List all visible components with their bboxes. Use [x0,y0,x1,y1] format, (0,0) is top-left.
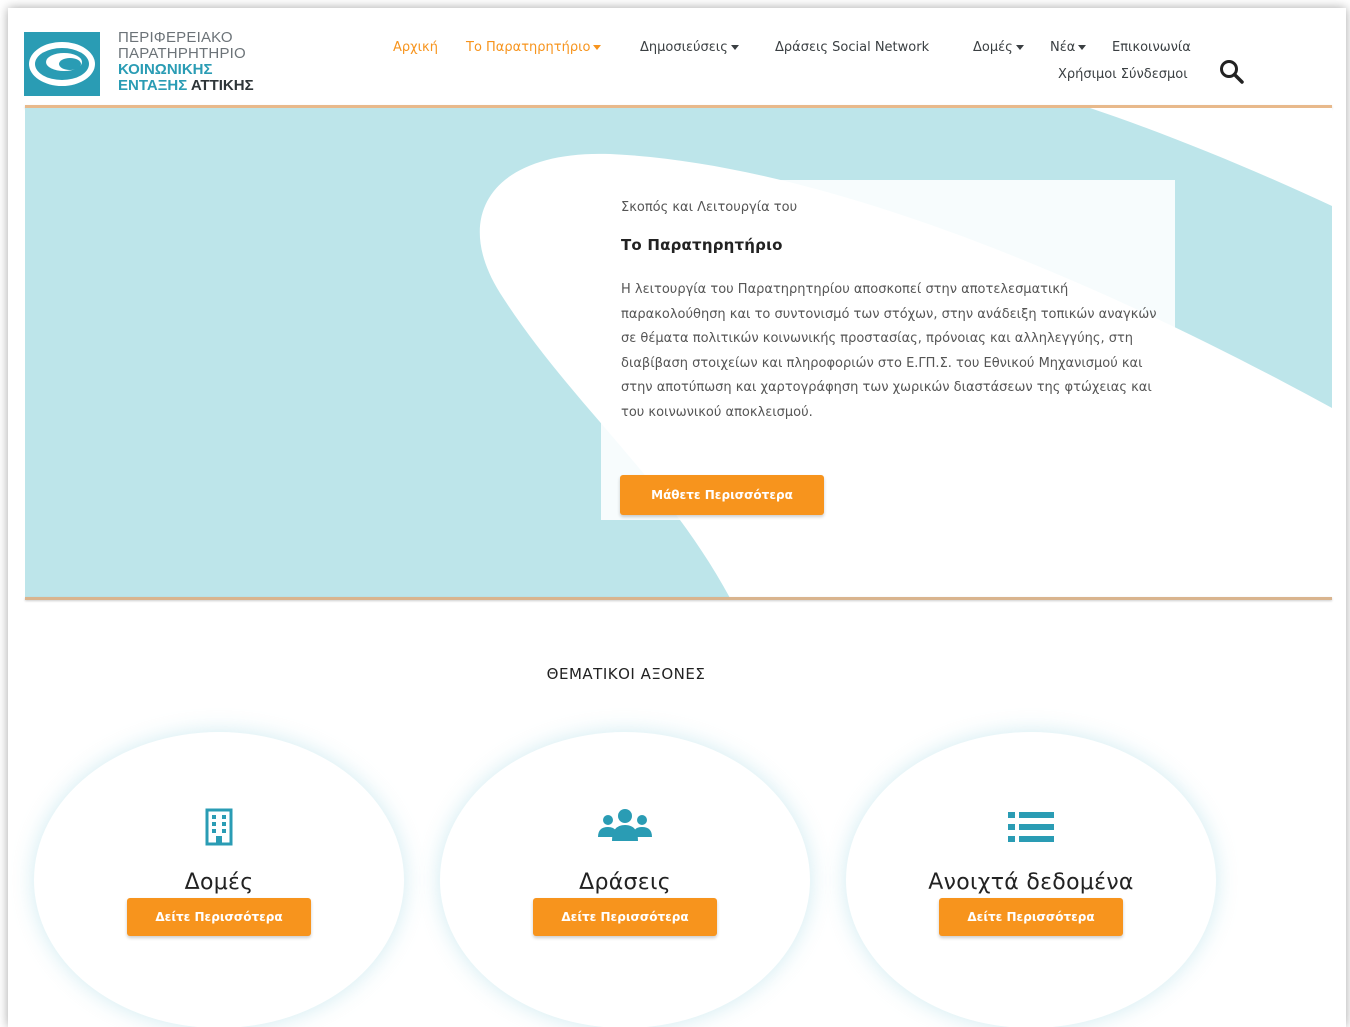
section-title: ΘΕΜΑΤΙΚΟΙ ΑΞΟΝΕΣ [546,665,706,683]
nav-item-news[interactable]: Νέα [1050,40,1087,55]
nav-item-label: Το Παρατηρητήριο [466,40,591,55]
nav-item-label: Δημοσιεύσεις [640,40,728,55]
nav-item-label: Επικοινωνία [1112,40,1191,55]
chevron-down-icon [1078,45,1087,50]
nav-item-structures[interactable]: Δομές [973,40,1024,55]
nav-item-observatory[interactable]: Το Παρατηρητήριο [466,40,602,55]
main-nav: Αρχική Το Παρατηρητήριο Δημοσιεύσεις Δρά… [393,40,1213,100]
logo-line-4b: ΑΤΤΙΚΗΣ [190,77,254,94]
search-icon [1220,60,1244,84]
chevron-down-icon [730,45,739,50]
users-icon [440,807,810,847]
axis-card-open-data: Ανοιχτά δεδομένα Δείτε Περισσότερα [846,732,1216,1027]
logo-line-2: ΠΑΡΑΤΗΡΗΤΗΡΙΟ [118,45,246,62]
axis-card-structures: Δομές Δείτε Περισσότερα [34,732,404,1027]
building-icon [34,807,404,847]
hero-divider [25,597,1332,600]
chevron-down-icon [593,45,602,50]
logo-mark-icon [24,32,100,96]
hero-banner: Σκοπός και Λειτουργία του Το Παρατηρητήρ… [25,108,1332,598]
page: ΠΕΡΙΦΕΡΕΙΑΚΟ ΠΑΡΑΤΗΡΗΤΗΡΙΟ ΚΟΙΝΩΝΙΚΗΣ ΕΝ… [8,8,1346,1027]
nav-item-social-network[interactable]: Δράσεις Social Network [775,40,929,55]
hero-body: Η λειτουργία του Παρατηρητηρίου αποσκοπε… [621,282,1157,420]
axis-label: Ανοιχτά δεδομένα [928,870,1134,895]
logo-text: ΠΕΡΙΦΕΡΕΙΑΚΟ ΠΑΡΑΤΗΡΗΤΗΡΙΟ ΚΟΙΝΩΝΙΚΗΣ ΕΝ… [118,30,254,94]
nav-item-label: Χρήσιμοι Σύνδεσμοι [1058,67,1188,82]
axis-label: Δράσεις [579,870,671,895]
nav-item-label: Δράσεις Social Network [775,40,930,55]
see-more-structures-button[interactable]: Δείτε Περισσότερα [127,898,311,936]
nav-item-label: Δομές [973,40,1013,55]
nav-item-publications[interactable]: Δημοσιεύσεις [640,40,739,55]
nav-item-label: Νέα [1050,40,1076,55]
nav-item-label: Αρχική [393,40,438,55]
hero-kicker: Σκοπός και Λειτουργία του [621,200,798,215]
list-icon [846,807,1216,847]
logo-line-4: ΕΝΤΑΞΗΣ ΑΤΤΙΚΗΣ [118,78,254,94]
search-button[interactable] [1218,58,1246,86]
logo-line-3: ΚΟΙΝΩΝΙΚΗΣ [118,61,213,78]
nav-item-home[interactable]: Αρχική [393,40,438,55]
logo-line-4a: ΕΝΤΑΞΗΣ [118,77,188,94]
nav-item-useful-links[interactable]: Χρήσιμοι Σύνδεσμοι [1058,67,1188,82]
learn-more-button[interactable]: Μάθετε Περισσότερα [620,475,824,515]
logo-line-1: ΠΕΡΙΦΕΡΕΙΑΚΟ [118,29,233,46]
axis-label: Δομές [184,870,254,895]
see-more-open-data-button[interactable]: Δείτε Περισσότερα [939,898,1123,936]
chevron-down-icon [1015,45,1024,50]
site-logo[interactable]: ΠΕΡΙΦΕΡΕΙΑΚΟ ΠΑΡΑΤΗΡΗΤΗΡΙΟ ΚΟΙΝΩΝΙΚΗΣ ΕΝ… [24,30,274,102]
axis-card-actions: Δράσεις Δείτε Περισσότερα [440,732,810,1027]
hero-title: Το Παρατηρητήριο [621,236,783,254]
see-more-actions-button[interactable]: Δείτε Περισσότερα [533,898,717,936]
nav-item-contact[interactable]: Επικοινωνία [1112,40,1191,55]
